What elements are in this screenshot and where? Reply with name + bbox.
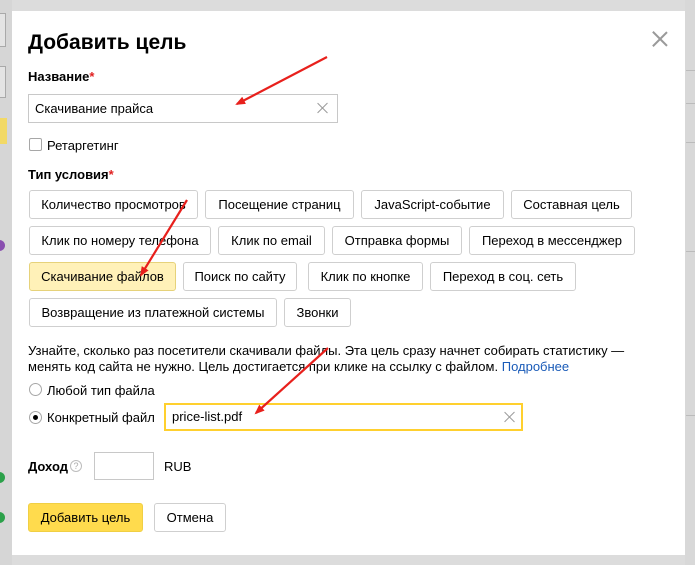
close-icon[interactable]	[652, 31, 668, 47]
backdrop-left	[0, 0, 12, 565]
condition-email-click[interactable]: Клик по email	[218, 226, 325, 255]
any-file-type-radio[interactable]	[29, 383, 42, 396]
condition-messenger[interactable]: Переход в мессенджер	[469, 226, 635, 255]
backdrop-line	[686, 70, 695, 71]
backdrop-line	[686, 415, 695, 416]
backdrop-dot	[0, 472, 5, 483]
file-name-input[interactable]: price-list.pdf	[164, 403, 523, 431]
backdrop-dot	[0, 240, 5, 251]
backdrop-box	[0, 66, 6, 98]
clear-name-icon[interactable]	[317, 102, 329, 114]
income-input[interactable]	[94, 452, 154, 480]
condition-file-download[interactable]: Скачивание файлов	[29, 262, 176, 291]
condition-button-click[interactable]: Клик по кнопке	[308, 262, 423, 291]
condition-payment-return[interactable]: Возвращение из платежной системы	[29, 298, 277, 327]
condition-type-label: Тип условия*	[28, 167, 114, 182]
condition-javascript-event[interactable]: JavaScript-событие	[361, 190, 504, 219]
backdrop-line	[686, 142, 695, 143]
condition-composite-goal[interactable]: Составная цель	[511, 190, 632, 219]
retargeting-checkbox[interactable]	[29, 138, 42, 151]
name-label: Название*	[28, 69, 95, 84]
condition-phone-click[interactable]: Клик по номеру телефона	[29, 226, 211, 255]
cancel-button[interactable]: Отмена	[154, 503, 226, 532]
condition-site-search[interactable]: Поиск по сайту	[183, 262, 297, 291]
backdrop-button	[0, 118, 7, 144]
income-currency: RUB	[164, 459, 192, 474]
clear-file-icon[interactable]	[504, 411, 516, 423]
condition-calls[interactable]: Звонки	[284, 298, 351, 327]
retargeting-label[interactable]: Ретаргетинг	[47, 138, 119, 153]
add-goal-button[interactable]: Добавить цель	[28, 503, 143, 532]
backdrop-line	[686, 251, 695, 252]
help-icon[interactable]: ?	[70, 460, 82, 472]
any-file-type-label[interactable]: Любой тип файла	[47, 383, 155, 398]
condition-page-views[interactable]: Количество просмотров	[29, 190, 198, 219]
condition-form-submit[interactable]: Отправка формы	[332, 226, 462, 255]
condition-social-network[interactable]: Переход в соц. сеть	[430, 262, 576, 291]
backdrop-line	[686, 103, 695, 104]
add-goal-dialog: Добавить цель Название* Скачивание прайс…	[12, 11, 685, 555]
required-mark: *	[89, 69, 95, 84]
condition-hint: Узнайте, сколько раз посетители скачивал…	[28, 343, 668, 375]
income-label: Доход	[28, 459, 68, 474]
file-name-value: price-list.pdf	[172, 409, 243, 424]
learn-more-link[interactable]: Подробнее	[502, 359, 569, 374]
condition-page-visits[interactable]: Посещение страниц	[205, 190, 354, 219]
specific-file-radio[interactable]	[29, 411, 42, 424]
backdrop-dot	[0, 512, 5, 523]
goal-name-value: Скачивание прайса	[35, 101, 154, 116]
backdrop-box	[0, 13, 6, 47]
backdrop-right	[685, 0, 695, 565]
specific-file-label[interactable]: Конкретный файл	[47, 410, 155, 425]
required-mark: *	[108, 167, 114, 182]
dialog-title: Добавить цель	[28, 31, 187, 54]
goal-name-input[interactable]: Скачивание прайса	[28, 94, 338, 123]
